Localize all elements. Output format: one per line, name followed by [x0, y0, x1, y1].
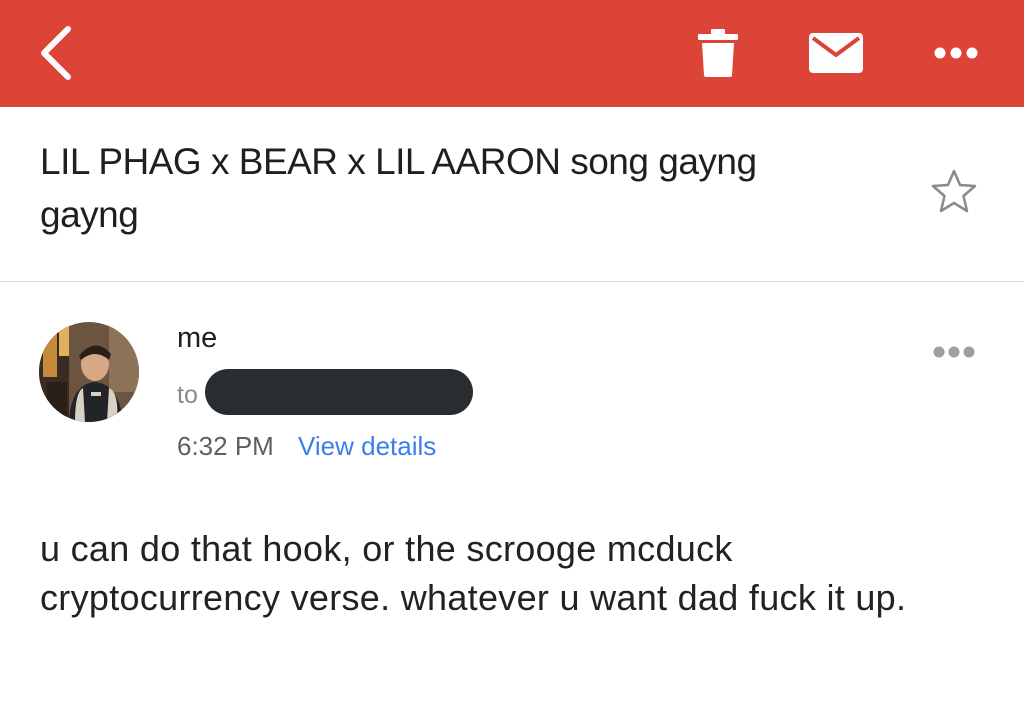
message-more-button[interactable]: [922, 330, 986, 374]
star-outline-icon: [931, 169, 977, 213]
email-subject: LIL PHAG x BEAR x LIL AARON song gayng g…: [40, 141, 757, 235]
sender-name: me: [177, 322, 218, 354]
message-time: 6:32 PM: [177, 431, 274, 461]
more-options-icon: [933, 346, 975, 358]
top-toolbar: [0, 0, 1024, 107]
view-details-link[interactable]: View details: [298, 431, 436, 462]
avatar-image: [39, 322, 139, 422]
delete-button[interactable]: [688, 20, 748, 86]
trash-icon: [698, 29, 738, 77]
more-options-icon: [934, 47, 978, 59]
star-button[interactable]: [926, 163, 982, 219]
mail-icon: [809, 33, 863, 73]
email-view: LIL PHAG x BEAR x LIL AARON song gayng g…: [0, 0, 1024, 706]
toolbar-more-button[interactable]: [920, 26, 992, 80]
message-body: u can do that hook, or the scrooge mcduc…: [40, 528, 907, 618]
recipient-redacted: [205, 369, 473, 415]
mark-unread-button[interactable]: [800, 20, 872, 86]
recipient-label: to: [177, 381, 198, 409]
subject-section: LIL PHAG x BEAR x LIL AARON song gayng g…: [0, 107, 1024, 282]
back-button[interactable]: [24, 18, 88, 88]
avatar[interactable]: [39, 322, 139, 422]
back-arrow-icon: [41, 26, 71, 80]
